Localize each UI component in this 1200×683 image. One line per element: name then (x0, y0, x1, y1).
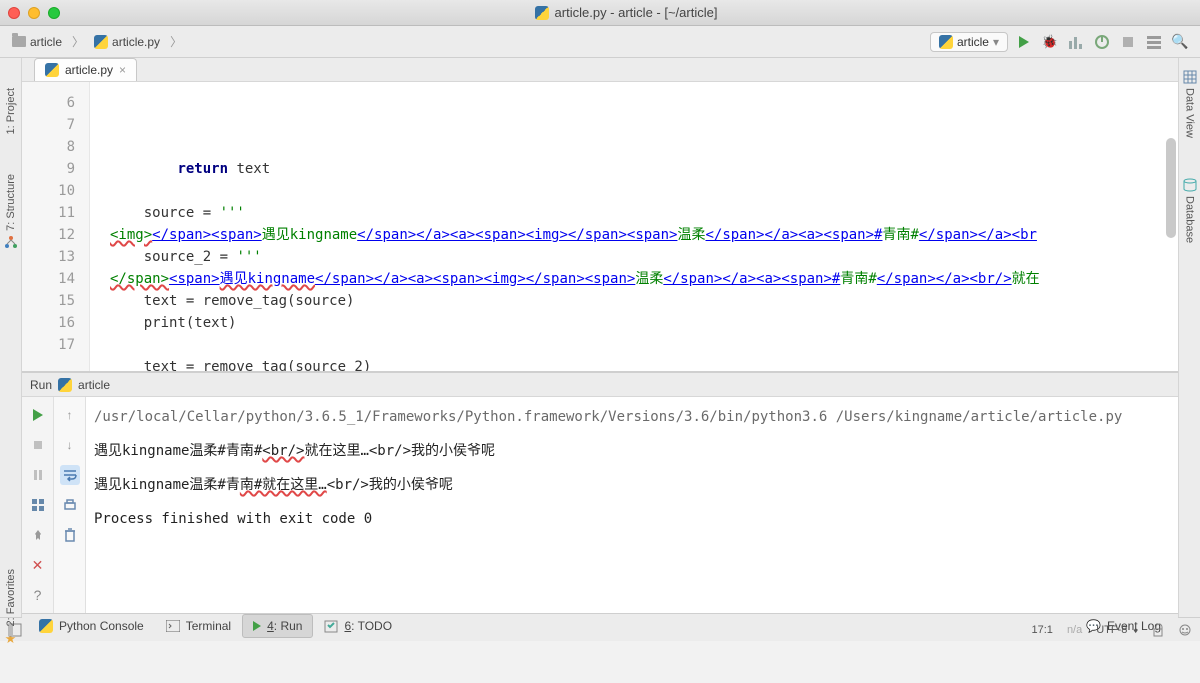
restart-button[interactable] (28, 495, 48, 515)
run-button[interactable] (1016, 34, 1032, 50)
code-line[interactable]: print(text) (90, 312, 1178, 334)
run-config-label: article (957, 35, 989, 49)
run-with-coverage-button[interactable] (1068, 34, 1084, 50)
window-zoom-button[interactable] (48, 7, 60, 19)
breadcrumb-file-label: article.py (112, 35, 160, 49)
console-command-line: /usr/local/Cellar/python/3.6.5_1/Framewo… (94, 405, 1170, 429)
profile-button[interactable] (1094, 34, 1110, 50)
grid-icon (1183, 70, 1197, 84)
tool-database-tab[interactable]: Database (1183, 178, 1197, 243)
left-tool-rail: 1: Project 7: Structure 2: Favorites ★ (0, 58, 22, 617)
python-icon (39, 619, 53, 633)
status-caret-position[interactable]: 17:1 (1032, 624, 1053, 636)
chevron-right-icon: 〉 (170, 33, 182, 50)
window-title: article.py - article - [~/article] (555, 5, 718, 20)
console-output-line: 遇见kingname温柔#青南#就在这里…<br/>我的小侯爷呢 (94, 473, 1170, 497)
run-tool-window: Run article ✕ ? ↑ ↓ (22, 372, 1178, 613)
tool-data-view-tab[interactable]: Data View (1183, 70, 1197, 138)
code-line[interactable] (90, 334, 1178, 356)
database-icon (1183, 178, 1197, 192)
status-line-separator[interactable]: n/a (1067, 624, 1082, 636)
titlebar: article.py - article - [~/article] (0, 0, 1200, 26)
tab-run[interactable]: 4: Run (242, 614, 313, 638)
center-column: article.py × 67891011121314151617 return… (22, 58, 1178, 617)
chevron-down-icon: ▾ (993, 35, 999, 49)
editor-tabs: article.py × (22, 58, 1178, 82)
window-minimize-button[interactable] (28, 7, 40, 19)
editor-tab-label: article.py (65, 63, 113, 77)
line-number-gutter: 67891011121314151617 (22, 82, 90, 371)
scroll-to-bottom-button[interactable]: ↓ (60, 435, 80, 455)
run-output-rail: ↑ ↓ (54, 397, 86, 613)
code-line[interactable]: source = ''' (90, 202, 1178, 224)
code-line[interactable]: return text (90, 158, 1178, 180)
run-tool-header[interactable]: Run article (22, 373, 1178, 397)
console-output[interactable]: /usr/local/Cellar/python/3.6.5_1/Framewo… (86, 397, 1178, 613)
code-line[interactable]: <img></span><span>遇见kingname</span></a><… (90, 224, 1178, 246)
tool-structure-tab[interactable]: 7: Structure (4, 174, 18, 249)
status-encoding[interactable]: UTF-8♦ (1096, 624, 1138, 636)
code-line[interactable]: </span><span>遇见kingname</span></a><a><sp… (90, 268, 1178, 290)
scroll-to-top-button[interactable]: ↑ (60, 405, 80, 425)
close-tab-button[interactable]: ✕ (28, 555, 48, 575)
breadcrumb-project[interactable]: article (6, 33, 68, 51)
run-icon (253, 621, 261, 631)
tool-project-tab[interactable]: 1: Project (5, 88, 17, 134)
help-button[interactable]: ? (28, 585, 48, 605)
code-line[interactable]: text = remove_tag(source) (90, 290, 1178, 312)
print-button[interactable] (60, 495, 80, 515)
tab-todo[interactable]: 6: TODO (313, 614, 403, 638)
python-file-icon (45, 63, 59, 77)
run-actions-rail: ✕ ? (22, 397, 54, 613)
python-file-icon (939, 35, 953, 49)
pin-tab-button[interactable] (28, 525, 48, 545)
status-read-only-toggle[interactable] (1152, 623, 1164, 637)
breadcrumb-file[interactable]: article.py (88, 33, 166, 51)
status-inspector-icon[interactable] (1178, 623, 1192, 637)
layout-settings-button[interactable] (1146, 34, 1162, 50)
todo-icon (324, 619, 338, 633)
search-everywhere-button[interactable] (1172, 34, 1188, 50)
bottom-tool-tabs: Python Console Terminal 4: Run 6: TODO 💬… (22, 613, 1178, 638)
soft-wrap-toggle[interactable] (60, 465, 80, 485)
editor-scrollbar[interactable] (1166, 138, 1176, 238)
window-close-button[interactable] (8, 7, 20, 19)
pause-button[interactable] (28, 465, 48, 485)
code-line[interactable] (90, 180, 1178, 202)
console-exit-line: Process finished with exit code 0 (94, 507, 1170, 531)
breadcrumb: article 〉 article.py 〉 (6, 33, 182, 51)
code-area[interactable]: return text source = '''<img></span><spa… (90, 82, 1178, 371)
run-tool-title: Run (30, 378, 52, 392)
debug-button[interactable] (1042, 34, 1058, 50)
chevron-right-icon: 〉 (72, 33, 84, 50)
python-file-icon (58, 378, 72, 392)
right-tool-rail: Data View Database (1178, 58, 1200, 617)
folder-icon (12, 36, 26, 47)
tab-terminal[interactable]: Terminal (155, 614, 242, 638)
tab-python-console[interactable]: Python Console (28, 614, 155, 638)
stop-button[interactable] (1120, 34, 1136, 50)
breadcrumb-project-label: article (30, 35, 62, 49)
code-line[interactable]: source_2 = ''' (90, 246, 1178, 268)
main-toolbar: article 〉 article.py 〉 article ▾ (0, 26, 1200, 58)
python-file-icon (535, 6, 549, 20)
rerun-button[interactable] (28, 405, 48, 425)
main-area: 1: Project 7: Structure 2: Favorites ★ a… (0, 58, 1200, 617)
python-file-icon (94, 35, 108, 49)
stop-process-button[interactable] (28, 435, 48, 455)
structure-icon (4, 235, 18, 249)
code-editor[interactable]: 67891011121314151617 return text source … (22, 82, 1178, 372)
run-config-selector[interactable]: article ▾ (930, 32, 1008, 52)
clear-all-button[interactable] (60, 525, 80, 545)
console-output-line: 遇见kingname温柔#青南#<br/>就在这里…<br/>我的小侯爷呢 (94, 439, 1170, 463)
run-tool-config: article (78, 378, 110, 392)
code-line[interactable]: text = remove_tag(source_2) (90, 356, 1178, 371)
editor-tab-article[interactable]: article.py × (34, 58, 137, 81)
terminal-icon (166, 620, 180, 632)
close-tab-button[interactable]: × (119, 63, 126, 77)
